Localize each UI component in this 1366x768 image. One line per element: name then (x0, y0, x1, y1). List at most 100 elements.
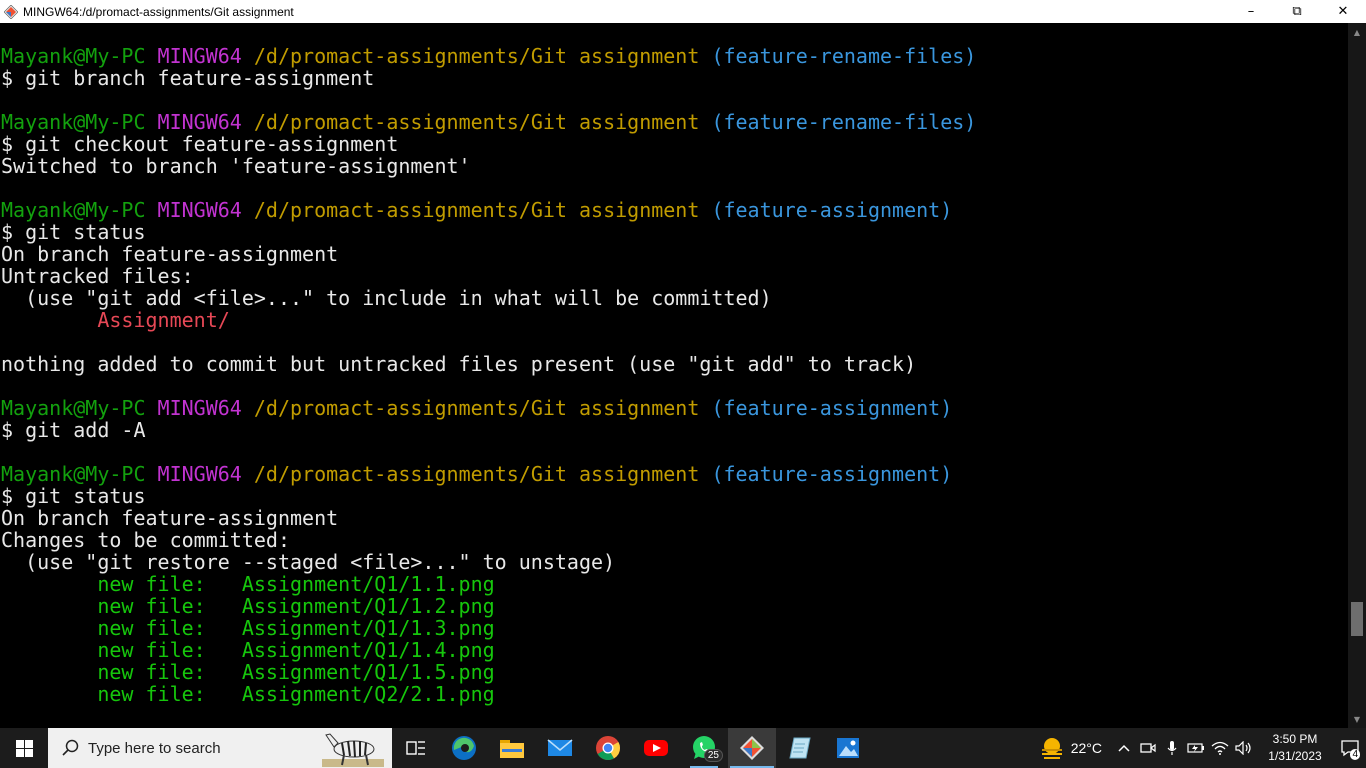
terminal-text-segment: Mayank@My-PC (1, 198, 158, 222)
terminal-text-segment: MINGW64 (157, 396, 254, 420)
terminal-text-segment: new file: Assignment/Q1/1.1.png (97, 572, 495, 596)
taskbar: Type here to search 25 22°C 3:50 PM 1/31… (0, 728, 1366, 768)
window-title: MINGW64:/d/promact-assignments/Git assig… (23, 4, 294, 19)
terminal-line: (use "git add <file>..." to include in w… (1, 287, 976, 309)
terminal-text-segment: Switched to branch 'feature-assignment' (1, 154, 471, 178)
taskbar-edge[interactable] (440, 728, 488, 768)
taskbar-chrome[interactable] (584, 728, 632, 768)
terminal-text-segment: (feature-assignment) (711, 198, 953, 222)
system-tray: 22°C 3:50 PM 1/31/2023 4 (1039, 728, 1366, 768)
title-bar: MINGW64:/d/promact-assignments/Git assig… (0, 0, 1366, 23)
terminal-text-segment: Mayank@My-PC (1, 44, 158, 68)
meet-now-icon (1140, 743, 1156, 753)
terminal-line: new file: Assignment/Q1/1.5.png (1, 661, 976, 683)
start-button[interactable] (0, 728, 48, 768)
taskbar-whatsapp[interactable]: 25 (680, 728, 728, 768)
terminal-text-segment: MINGW64 (157, 44, 254, 68)
chevron-up-icon (1118, 744, 1130, 752)
tray-meet-now[interactable] (1136, 728, 1160, 768)
terminal-text-segment: $ git add -A (1, 418, 146, 442)
photos-icon (837, 738, 859, 758)
terminal-text-segment: (feature-assignment) (711, 396, 953, 420)
terminal-text-segment: On branch feature-assignment (1, 506, 339, 530)
taskbar-youtube[interactable] (632, 728, 680, 768)
tray-microphone[interactable] (1160, 728, 1184, 768)
scroll-down-icon[interactable]: ▼ (1348, 710, 1366, 728)
terminal-scrollbar[interactable]: ▲ ▼ (1348, 23, 1366, 728)
terminal-text-segment: Mayank@My-PC (1, 396, 158, 420)
terminal-line: Mayank@My-PC MINGW64 /d/promact-assignme… (1, 463, 976, 485)
scroll-thumb[interactable] (1351, 602, 1363, 636)
terminal-text-segment: $ git status (1, 220, 146, 244)
show-hidden-icons[interactable] (1112, 728, 1136, 768)
tray-battery[interactable] (1184, 728, 1208, 768)
terminal-line: $ git status (1, 485, 976, 507)
search-placeholder: Type here to search (88, 739, 221, 757)
terminal-line: $ git branch feature-assignment (1, 67, 976, 89)
taskbar-git-bash[interactable] (728, 728, 776, 768)
clock-time: 3:50 PM (1272, 732, 1318, 746)
terminal-line: Mayank@My-PC MINGW64 /d/promact-assignme… (1, 199, 976, 221)
taskbar-notepad[interactable] (776, 728, 824, 768)
action-center-button[interactable]: 4 (1334, 728, 1366, 768)
terminal-line: new file: Assignment/Q1/1.2.png (1, 595, 976, 617)
terminal-lines: Mayank@My-PC MINGW64 /d/promact-assignme… (1, 45, 976, 705)
terminal-text-segment: $ git checkout feature-assignment (1, 132, 399, 156)
terminal-line: Mayank@My-PC MINGW64 /d/promact-assignme… (1, 397, 976, 419)
terminal-text-segment: Mayank@My-PC (1, 110, 158, 134)
terminal-text-segment: MINGW64 (157, 462, 254, 486)
terminal-output[interactable]: Mayank@My-PC MINGW64 /d/promact-assignme… (0, 23, 1348, 728)
terminal-text-segment: (use "git restore --staged <file>..." to… (1, 550, 616, 574)
taskbar-photos[interactable] (824, 728, 872, 768)
terminal-line: new file: Assignment/Q1/1.1.png (1, 573, 976, 595)
youtube-icon (644, 740, 668, 756)
taskbar-search-box[interactable]: Type here to search (48, 728, 392, 768)
maximize-button[interactable]: ⧉ (1274, 0, 1320, 23)
terminal-text-segment: /d/promact-assignments/Git assignment (253, 44, 712, 68)
terminal-text-segment: MINGW64 (157, 198, 254, 222)
terminal-line: On branch feature-assignment (1, 507, 976, 529)
terminal-text-segment: new file: Assignment/Q1/1.3.png (97, 616, 495, 640)
tray-volume[interactable] (1232, 728, 1256, 768)
clock-date: 1/31/2023 (1268, 749, 1322, 763)
weather-temperature: 22°C (1070, 740, 1102, 756)
git-bash-app-icon (4, 4, 18, 19)
terminal-line: On branch feature-assignment (1, 243, 976, 265)
terminal-line: Assignment/ (1, 309, 976, 331)
terminal-text-segment: $ git status (1, 484, 146, 508)
mail-icon (547, 739, 573, 756)
notification-count: 4 (1350, 749, 1360, 760)
terminal-line: $ git status (1, 221, 976, 243)
tray-wifi[interactable] (1208, 728, 1232, 768)
terminal-line: Untracked files: (1, 265, 976, 287)
terminal-line: Changes to be committed: (1, 529, 976, 551)
edge-icon (452, 736, 476, 760)
terminal-text-segment: Untracked files: (1, 264, 194, 288)
scroll-up-icon[interactable]: ▲ (1348, 23, 1366, 41)
taskbar-clock[interactable]: 3:50 PM 1/31/2023 (1256, 731, 1334, 765)
weather-widget[interactable]: 22°C (1039, 736, 1102, 760)
minimize-button[interactable]: – (1228, 0, 1274, 23)
taskbar-mail[interactable] (536, 728, 584, 768)
close-button[interactable]: ✕ (1320, 0, 1366, 23)
terminal-text-segment: $ git branch feature-assignment (1, 66, 375, 90)
terminal-line: new file: Assignment/Q2/2.1.png (1, 683, 976, 705)
terminal-text-segment: MINGW64 (157, 110, 254, 134)
terminal-line: new file: Assignment/Q1/1.3.png (1, 617, 976, 639)
terminal-text-segment: nothing added to commit but untracked fi… (1, 352, 917, 376)
taskbar-file-explorer[interactable] (488, 728, 536, 768)
git-bash-icon (740, 736, 764, 760)
volume-icon (1235, 741, 1251, 755)
terminal-text-segment: (feature-assignment) (711, 462, 953, 486)
task-view-button[interactable] (392, 728, 440, 768)
terminal-line: Switched to branch 'feature-assignment' (1, 155, 976, 177)
terminal-text-segment: Mayank@My-PC (1, 462, 158, 486)
terminal-line: $ git checkout feature-assignment (1, 133, 976, 155)
